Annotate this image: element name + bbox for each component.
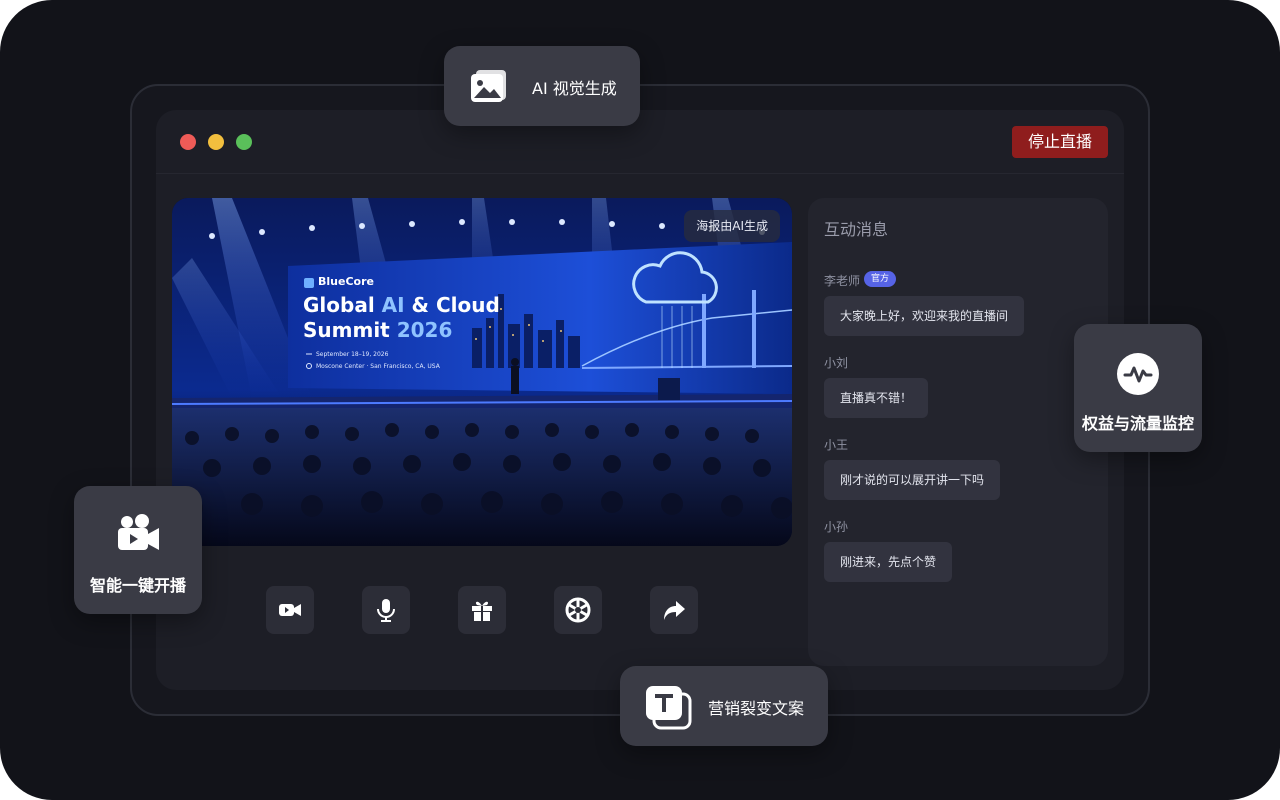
message-bubble: 大家晚上好，欢迎来我的直播间 — [824, 296, 1025, 336]
feature-card-ai-visual: AI 视觉生成 — [444, 46, 640, 126]
live-video-preview: BlueCore Global AI & Cloud Summit 2026 S… — [172, 198, 792, 546]
gift-icon — [472, 601, 492, 621]
message-author: 小孙 — [824, 520, 849, 534]
official-badge: 官方 — [864, 271, 896, 287]
message-bubble: 刚才说的可以展开讲一下吗 — [824, 460, 1001, 500]
movie-camera-icon — [115, 512, 161, 560]
minimize-dot[interactable] — [208, 134, 224, 150]
poster-title-line1: Global AI & Cloud — [303, 293, 500, 317]
canvas-background: 停止直播 BlueCore Global AI & Cloud Summit 2… — [0, 0, 1280, 800]
live-window: 停止直播 BlueCore Global AI & Cloud Summit 2… — [156, 110, 1124, 690]
feature-label: 权益与流量监控 — [1081, 414, 1194, 433]
lottery-button[interactable] — [554, 586, 602, 634]
conference-scene-image — [172, 198, 792, 546]
message-author: 小刘 — [824, 356, 849, 370]
microphone-icon — [377, 599, 395, 622]
camera-button[interactable] — [266, 586, 314, 634]
stop-live-button[interactable]: 停止直播 — [1012, 126, 1108, 158]
maximize-dot[interactable] — [236, 134, 252, 150]
message-author: 小王 — [824, 438, 849, 452]
share-icon — [664, 601, 685, 620]
gift-button[interactable] — [458, 586, 506, 634]
feature-card-one-click-live: 智能一键开播 — [74, 486, 202, 614]
feature-label: 智能一键开播 — [89, 576, 186, 595]
microphone-button[interactable] — [362, 586, 410, 634]
image-icon — [468, 64, 512, 112]
window-titlebar: 停止直播 — [156, 110, 1124, 174]
message-bubble: 刚进来，先点个赞 — [824, 542, 953, 582]
poster-venue: Moscone Center · San Francisco, CA, USA — [316, 363, 440, 370]
activity-pulse-icon — [1116, 352, 1160, 400]
chat-title: 互动消息 — [824, 220, 889, 239]
ai-generated-tag: 海报由AI生成 — [684, 210, 780, 242]
lottery-wheel-icon — [565, 597, 591, 623]
close-dot[interactable] — [180, 134, 196, 150]
poster-brand: BlueCore — [318, 275, 374, 288]
poster-date: September 18–19, 2026 — [316, 351, 389, 358]
text-document-icon — [644, 684, 692, 734]
interaction-panel: 互动消息 李老师 官方 大家晚上好，欢迎来我的直播间 小刘 直播真不错！ 小王 … — [808, 198, 1108, 666]
poster-title-line2: Summit 2026 — [303, 318, 453, 342]
feature-label: 营销裂变文案 — [708, 699, 805, 718]
feature-label: AI 视觉生成 — [532, 79, 617, 98]
video-camera-icon — [279, 604, 301, 616]
feature-card-marketing-copy: 营销裂变文案 — [620, 666, 828, 746]
message-author: 李老师 — [824, 274, 861, 288]
share-button[interactable] — [650, 586, 698, 634]
feature-card-monitor: 权益与流量监控 — [1074, 324, 1202, 452]
message-bubble: 直播真不错！ — [824, 378, 929, 418]
